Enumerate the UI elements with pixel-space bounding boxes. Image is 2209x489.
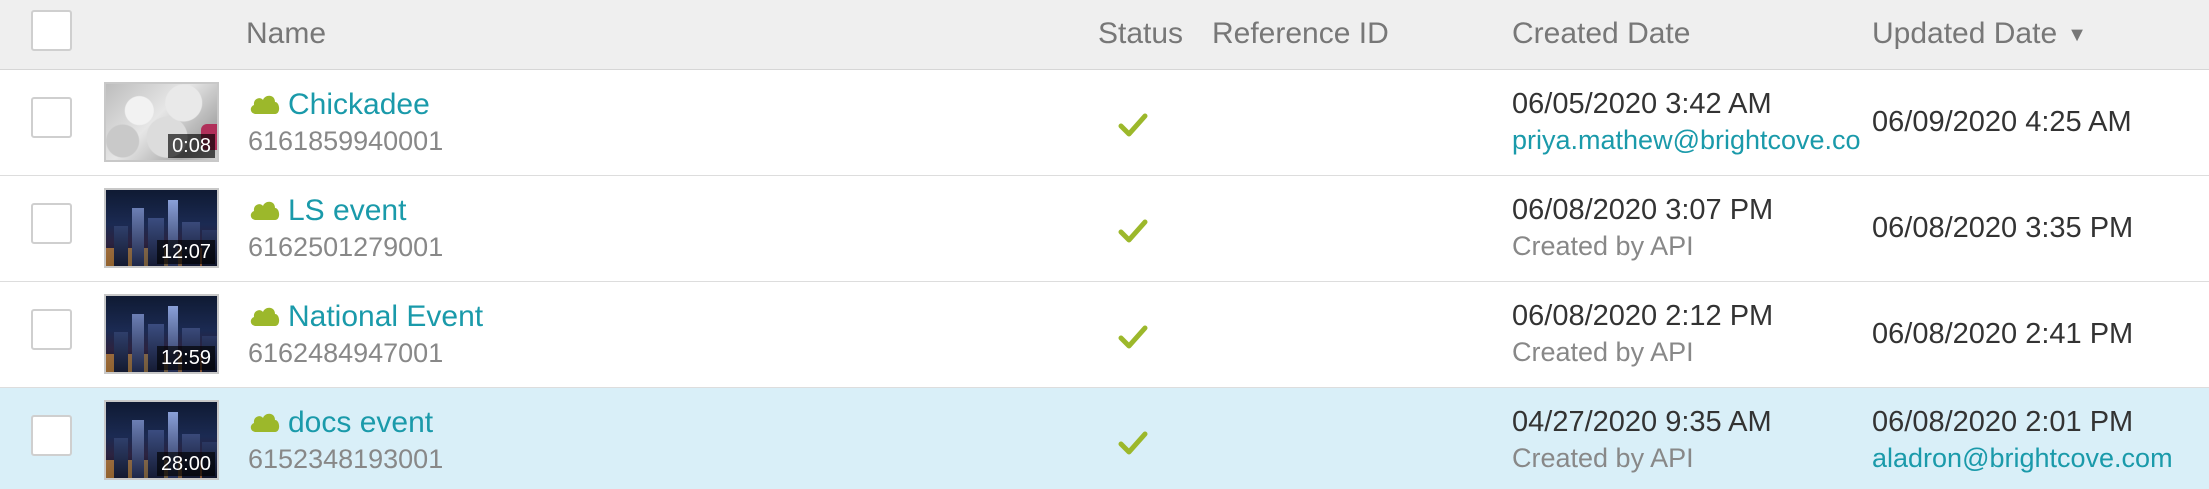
created-date: 04/27/2020 9:35 AM — [1512, 406, 1772, 438]
video-thumbnail[interactable]: 28:00 — [104, 400, 219, 480]
column-header-reference-id[interactable]: Reference ID — [1212, 0, 1389, 70]
video-duration: 12:07 — [156, 240, 215, 264]
created-date: 06/08/2020 3:07 PM — [1512, 194, 1774, 226]
select-all-checkbox[interactable] — [31, 10, 72, 51]
video-thumbnail[interactable]: 12:07 — [104, 188, 219, 268]
row-checkbox[interactable] — [31, 203, 72, 244]
row-checkbox[interactable] — [31, 97, 72, 138]
cloud-icon — [250, 201, 280, 220]
cloud-icon — [250, 307, 280, 326]
column-header-created-date[interactable]: Created Date — [1512, 0, 1690, 70]
created-by: Created by API — [1512, 337, 1694, 367]
created-date: 06/08/2020 2:12 PM — [1512, 300, 1774, 332]
video-name-link[interactable]: docs event — [288, 406, 433, 439]
table-row-selected[interactable]: 28:00 docs event 6152348193001 04/27/202… — [0, 388, 2209, 489]
video-id: 6162501279001 — [248, 232, 444, 262]
video-id: 6162484947001 — [248, 338, 444, 368]
column-header-name[interactable]: Name — [246, 0, 326, 70]
video-name-link[interactable]: National Event — [288, 300, 483, 333]
table-header: Name Status Reference ID Created Date Up… — [0, 0, 2209, 70]
checkmark-icon — [1118, 113, 1148, 137]
sort-descending-icon: ▼ — [2067, 24, 2087, 46]
video-name-line: National Event — [248, 299, 483, 335]
table-row[interactable]: 0:08 Chickadee 6161859940001 06/05/2020 … — [0, 70, 2209, 176]
column-header-updated-date[interactable]: Updated Date ▼ — [1872, 0, 2087, 70]
updated-date: 06/08/2020 2:41 PM — [1872, 318, 2134, 350]
video-duration: 28:00 — [156, 452, 215, 476]
video-id: 6152348193001 — [248, 444, 444, 474]
cloud-icon — [250, 413, 280, 432]
video-name-link[interactable]: Chickadee — [288, 88, 430, 121]
video-thumbnail[interactable]: 0:08 — [104, 82, 219, 162]
video-name-line: LS event — [248, 193, 406, 229]
video-name-line: docs event — [248, 405, 433, 441]
row-checkbox[interactable] — [31, 309, 72, 350]
checkmark-icon — [1118, 219, 1148, 243]
video-id: 6161859940001 — [248, 126, 444, 156]
cloud-icon — [250, 95, 280, 114]
column-header-status[interactable]: Status — [1098, 0, 1183, 70]
updated-date: 06/08/2020 2:01 PM — [1872, 406, 2134, 438]
updated-date: 06/08/2020 3:35 PM — [1872, 212, 2134, 244]
video-thumbnail[interactable]: 12:59 — [104, 294, 219, 374]
row-checkbox[interactable] — [31, 415, 72, 456]
column-header-updated-date-label: Updated Date — [1872, 17, 2058, 50]
table-row[interactable]: 12:07 LS event 6162501279001 06/08/2020 … — [0, 176, 2209, 282]
created-by: Created by API — [1512, 443, 1694, 473]
video-table: Name Status Reference ID Created Date Up… — [0, 0, 2209, 489]
created-by-link[interactable]: priya.mathew@brightcove.com — [1512, 125, 1860, 156]
video-name-link[interactable]: LS event — [288, 194, 406, 227]
updated-date: 06/09/2020 4:25 AM — [1872, 106, 2132, 138]
checkmark-icon — [1118, 431, 1148, 455]
table-row[interactable]: 12:59 National Event 6162484947001 06/08… — [0, 282, 2209, 388]
video-duration: 0:08 — [168, 134, 215, 158]
video-name-line: Chickadee — [248, 87, 430, 123]
created-date: 06/05/2020 3:42 AM — [1512, 88, 1772, 120]
created-by: Created by API — [1512, 231, 1694, 261]
updated-by-link[interactable]: aladron@brightcove.com — [1872, 443, 2173, 474]
video-duration: 12:59 — [156, 346, 215, 370]
checkmark-icon — [1118, 325, 1148, 349]
